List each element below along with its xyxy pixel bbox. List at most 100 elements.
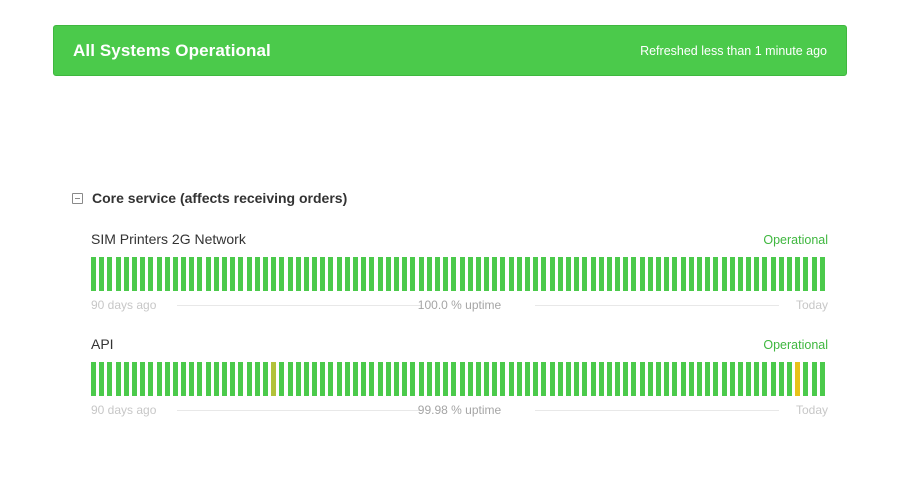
collapse-minus-icon[interactable] <box>72 192 83 204</box>
uptime-day-bar[interactable] <box>181 362 187 396</box>
uptime-day-bar[interactable] <box>279 257 285 291</box>
uptime-day-bar[interactable] <box>672 257 678 291</box>
uptime-day-bar[interactable] <box>459 257 465 291</box>
uptime-day-bar[interactable] <box>549 362 555 396</box>
uptime-day-bar[interactable] <box>377 257 383 291</box>
uptime-day-bar[interactable] <box>737 362 743 396</box>
uptime-day-bar[interactable] <box>303 362 309 396</box>
uptime-day-bar[interactable] <box>672 362 678 396</box>
uptime-day-bar[interactable] <box>99 257 105 291</box>
uptime-day-bar[interactable] <box>746 362 752 396</box>
uptime-day-bar[interactable] <box>328 257 334 291</box>
uptime-day-bar[interactable] <box>361 362 367 396</box>
uptime-day-bar[interactable] <box>508 257 514 291</box>
uptime-day-bar[interactable] <box>623 257 629 291</box>
uptime-day-bar[interactable] <box>377 362 383 396</box>
uptime-day-bar[interactable] <box>271 257 277 291</box>
uptime-day-bar[interactable] <box>803 362 809 396</box>
uptime-day-bar[interactable] <box>615 257 621 291</box>
uptime-day-bar[interactable] <box>729 257 735 291</box>
uptime-day-bar[interactable] <box>696 362 702 396</box>
uptime-day-bar[interactable] <box>533 362 539 396</box>
uptime-day-bar[interactable] <box>213 257 219 291</box>
uptime-day-bar[interactable] <box>598 362 604 396</box>
uptime-day-bar[interactable] <box>254 257 260 291</box>
uptime-day-bar[interactable] <box>312 362 318 396</box>
uptime-day-bar[interactable] <box>590 257 596 291</box>
uptime-day-bar[interactable] <box>705 362 711 396</box>
uptime-day-bar[interactable] <box>426 257 432 291</box>
uptime-day-bar[interactable] <box>778 257 784 291</box>
uptime-day-bar[interactable] <box>99 362 105 396</box>
uptime-day-bar[interactable] <box>344 257 350 291</box>
uptime-day-bar[interactable] <box>549 257 555 291</box>
uptime-day-bar[interactable] <box>320 362 326 396</box>
uptime-day-bar[interactable] <box>353 257 359 291</box>
uptime-day-bar[interactable] <box>115 257 121 291</box>
uptime-day-bar[interactable] <box>181 257 187 291</box>
uptime-day-bar[interactable] <box>664 257 670 291</box>
uptime-day-bar[interactable] <box>393 362 399 396</box>
uptime-day-bar[interactable] <box>434 362 440 396</box>
uptime-day-bar[interactable] <box>598 257 604 291</box>
uptime-day-bar[interactable] <box>131 257 137 291</box>
uptime-day-bar[interactable] <box>467 257 473 291</box>
uptime-day-bar[interactable] <box>565 362 571 396</box>
uptime-day-bar[interactable] <box>664 362 670 396</box>
uptime-day-bar[interactable] <box>713 362 719 396</box>
uptime-day-bar[interactable] <box>336 362 342 396</box>
uptime-day-bar[interactable] <box>189 257 195 291</box>
uptime-day-bar[interactable] <box>328 362 334 396</box>
uptime-day-bar[interactable] <box>811 257 817 291</box>
uptime-day-bar[interactable] <box>492 257 498 291</box>
uptime-day-bar[interactable] <box>205 257 211 291</box>
uptime-day-bar[interactable] <box>91 362 96 396</box>
uptime-day-bar[interactable] <box>639 362 645 396</box>
uptime-day-bar[interactable] <box>393 257 399 291</box>
uptime-day-bar[interactable] <box>107 257 113 291</box>
uptime-day-bar[interactable] <box>172 257 178 291</box>
uptime-day-bar[interactable] <box>369 257 375 291</box>
uptime-day-bar[interactable] <box>754 257 760 291</box>
uptime-day-bar[interactable] <box>443 257 449 291</box>
uptime-day-bar[interactable] <box>647 257 653 291</box>
uptime-day-bar[interactable] <box>475 257 481 291</box>
uptime-day-bar[interactable] <box>172 362 178 396</box>
uptime-day-bar[interactable] <box>516 362 522 396</box>
uptime-day-bar[interactable] <box>164 257 170 291</box>
uptime-day-bar[interactable] <box>189 362 195 396</box>
uptime-day-bar[interactable] <box>696 257 702 291</box>
uptime-day-bar[interactable] <box>819 257 825 291</box>
uptime-day-bar-incident[interactable] <box>271 362 277 396</box>
uptime-day-bar[interactable] <box>484 257 490 291</box>
uptime-day-bar[interactable] <box>516 257 522 291</box>
uptime-day-bar[interactable] <box>279 362 285 396</box>
uptime-day-bar[interactable] <box>312 257 318 291</box>
uptime-day-bar[interactable] <box>484 362 490 396</box>
uptime-day-bar[interactable] <box>246 257 252 291</box>
uptime-day-bar[interactable] <box>295 257 301 291</box>
uptime-day-bar[interactable] <box>656 257 662 291</box>
uptime-day-bar[interactable] <box>254 362 260 396</box>
uptime-day-bar[interactable] <box>721 362 727 396</box>
uptime-day-bar[interactable] <box>737 257 743 291</box>
uptime-day-bar[interactable] <box>525 362 530 396</box>
uptime-day-bar[interactable] <box>606 257 612 291</box>
uptime-day-bar[interactable] <box>410 362 416 396</box>
uptime-day-bar[interactable] <box>606 362 612 396</box>
uptime-day-bar[interactable] <box>369 362 375 396</box>
uptime-day-bar[interactable] <box>762 257 768 291</box>
uptime-day-bar[interactable] <box>762 362 768 396</box>
uptime-day-bar[interactable] <box>475 362 481 396</box>
uptime-day-bar[interactable] <box>525 257 530 291</box>
uptime-day-bar[interactable] <box>344 362 350 396</box>
uptime-day-bar[interactable] <box>197 362 203 396</box>
uptime-day-bar[interactable] <box>426 362 432 396</box>
uptime-day-bar[interactable] <box>574 257 580 291</box>
uptime-day-bar[interactable] <box>295 362 301 396</box>
uptime-day-bar[interactable] <box>819 362 825 396</box>
uptime-day-bar[interactable] <box>148 257 154 291</box>
uptime-day-bar[interactable] <box>222 362 228 396</box>
uptime-day-bar[interactable] <box>746 257 752 291</box>
uptime-day-bar[interactable] <box>156 257 162 291</box>
